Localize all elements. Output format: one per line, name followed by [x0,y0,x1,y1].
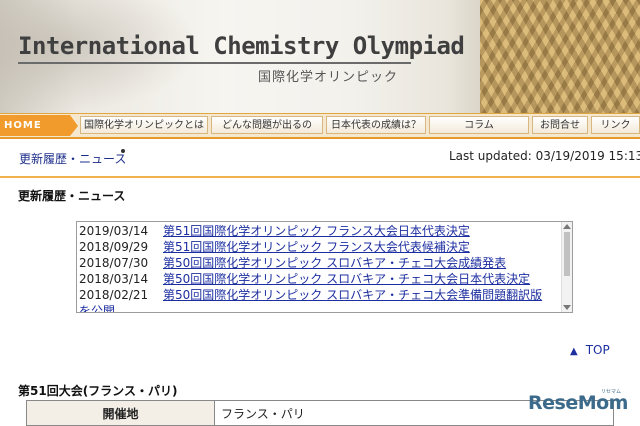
news-title-link[interactable]: 第51回国際化学オリンピック フランス大会日本代表決定 [163,224,470,238]
news-scroll-box[interactable]: 2019/03/14 第51回国際化学オリンピック フランス大会日本代表決定 20… [76,221,573,313]
news-date: 2018/09/29 [79,240,149,254]
table-row: 開催地 フランス・パリ [26,400,614,426]
nav-home[interactable]: HOME [0,115,70,136]
up-triangle-icon: ▲ [570,346,578,357]
banner-hexagon-mosaic [480,0,640,113]
news-item: 2018/02/21 第50回国際化学オリンピック スロバキア・チェコ大会準備問題… [79,287,561,303]
news-title-link[interactable]: 第50回国際化学オリンピック スロバキア・チェコ大会日本代表決定 [163,272,530,286]
home-tab-arrow [70,115,78,136]
venue-label: 開催地 [26,400,215,426]
event-heading: 第51回大会(フランス・パリ) [18,384,178,398]
news-item: 2018/09/29 第51回国際化学オリンピック フランス大会代表候補決定 [79,239,561,255]
nav-problems[interactable]: どんな問題が出るの [211,116,323,134]
header-banner: International Chemistry Olympiad 国際化学オリン… [0,0,640,113]
top-label: TOP [585,343,610,357]
update-bar: 更新履歴・ニュース Last updated: 03/19/2019 15:13… [0,140,640,178]
nav-contact[interactable]: お問合せ [532,116,588,134]
news-date: 2018/07/30 [79,256,149,270]
scroll-up-arrow-icon[interactable] [563,224,571,229]
site-title: International Chemistry Olympiad [18,32,465,60]
nav-links[interactable]: リンク [591,116,640,134]
news-item-continuation: を公開 [79,303,561,312]
news-list: 2019/03/14 第51回国際化学オリンピック フランス大会日本代表決定 20… [79,223,561,312]
news-title-link-continuation[interactable]: を公開 [79,304,115,312]
scroll-down-arrow-icon[interactable] [563,305,571,310]
scroll-thumb[interactable] [564,232,570,276]
news-item: 2018/07/30 第50回国際化学オリンピック スロバキア・チェコ大会成績発表 [79,255,561,271]
bullet-dot-icon [121,149,125,153]
news-item: 2018/03/14 第50回国際化学オリンピック スロバキア・チェコ大会日本代表… [79,271,561,287]
nav-column[interactable]: コラム [429,116,529,134]
site-subtitle: 国際化学オリンピック [258,70,399,85]
news-title-link[interactable]: 第50回国際化学オリンピック スロバキア・チェコ大会準備問題翻訳版 [163,288,542,302]
news-date: 2018/02/21 [79,288,149,302]
nav-about[interactable]: 国際化学オリンピックとは [80,116,208,134]
news-title-link[interactable]: 第50回国際化学オリンピック スロバキア・チェコ大会成績発表 [163,256,506,270]
title-underline [18,62,411,64]
nav-results[interactable]: 日本代表の成績は？ [326,116,426,134]
resemom-watermark-logo: ReseMom [528,392,628,414]
section-heading: 更新履歴・ニュース [18,189,126,203]
back-to-top-link[interactable]: ▲ TOP [570,343,610,357]
resemom-watermark-kana: リセマム [601,389,622,395]
news-date: 2018/03/14 [79,272,149,286]
news-date: 2019/03/14 [79,224,149,238]
news-link[interactable]: 更新履歴・ニュース [19,150,126,167]
news-scrollbar[interactable] [561,222,572,312]
news-title-link[interactable]: 第51回国際化学オリンピック フランス大会代表候補決定 [163,240,470,254]
news-item: 2019/03/14 第51回国際化学オリンピック フランス大会日本代表決定 [79,223,561,239]
last-updated: Last updated: 03/19/2019 15:13:1 [449,149,640,163]
main-nav: HOME 国際化学オリンピックとは どんな問題が出るの 日本代表の成績は？ コラ… [0,113,640,139]
event-info-table: 開催地 フランス・パリ [26,400,614,426]
